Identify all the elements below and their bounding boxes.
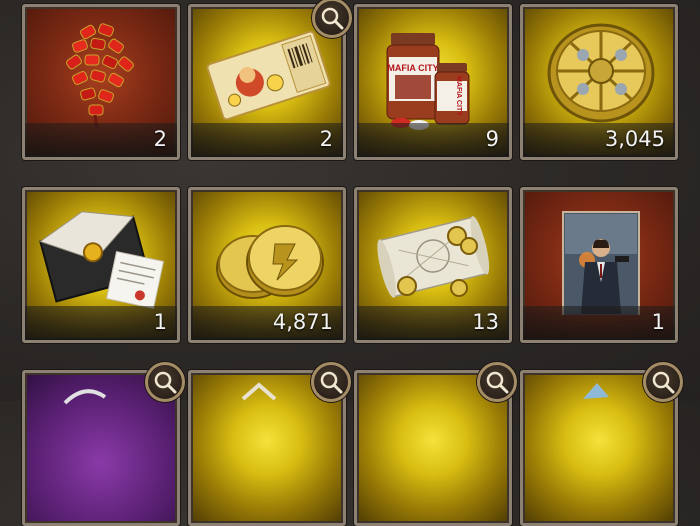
magnifier-icon: [486, 371, 509, 394]
magnifier-button[interactable]: [643, 362, 683, 402]
magnifier-icon: [320, 371, 343, 394]
item-count: 1: [153, 310, 167, 334]
item-count: 2: [319, 127, 333, 151]
item-count: 9: [485, 127, 499, 151]
item-slot-agent-card[interactable]: 1: [520, 187, 678, 343]
item-slot-treasure-map[interactable]: 13: [354, 187, 512, 343]
item-slot-firecrackers[interactable]: 2: [22, 4, 180, 160]
item-slot-supplement-bottles[interactable]: MAFIA CITY MAFIA CITY 9: [354, 4, 512, 160]
magnifier-icon: [154, 371, 177, 394]
item-count: 1: [651, 310, 665, 334]
letter-icon: [39, 211, 165, 310]
magnifier-icon: [321, 7, 344, 30]
magnifier-button[interactable]: [312, 0, 352, 38]
magnifier-button[interactable]: [477, 362, 517, 402]
item-slot-gold-token[interactable]: 3,045: [520, 4, 678, 160]
magnifier-button[interactable]: [311, 362, 351, 402]
agent-card-icon: [562, 211, 640, 315]
inventory-grid: 2 2 MAFIA CITY MAFIA CITY 9 3,045 1 4,87…: [0, 0, 700, 526]
item-count: 13: [472, 310, 499, 334]
item-slot-gold-coins[interactable]: 4,871: [188, 187, 346, 343]
item-count: 3,045: [604, 127, 665, 151]
map-icon: [377, 216, 490, 298]
gold-coins-icon: [216, 225, 324, 299]
firecrackers-icon: [66, 23, 134, 130]
bottle-icon: MAFIA CITY MAFIA CITY: [386, 33, 470, 130]
gold-token-icon: [547, 23, 655, 123]
magnifier-button[interactable]: [145, 362, 185, 402]
item-count: 4,871: [272, 310, 333, 334]
item-slot-sealed-letter[interactable]: 1: [22, 187, 180, 343]
bottle-label-side: MAFIA CITY: [455, 76, 462, 116]
item-count: 2: [153, 127, 167, 151]
bottle-label: MAFIA CITY: [387, 63, 438, 73]
magnifier-icon: [652, 371, 675, 394]
